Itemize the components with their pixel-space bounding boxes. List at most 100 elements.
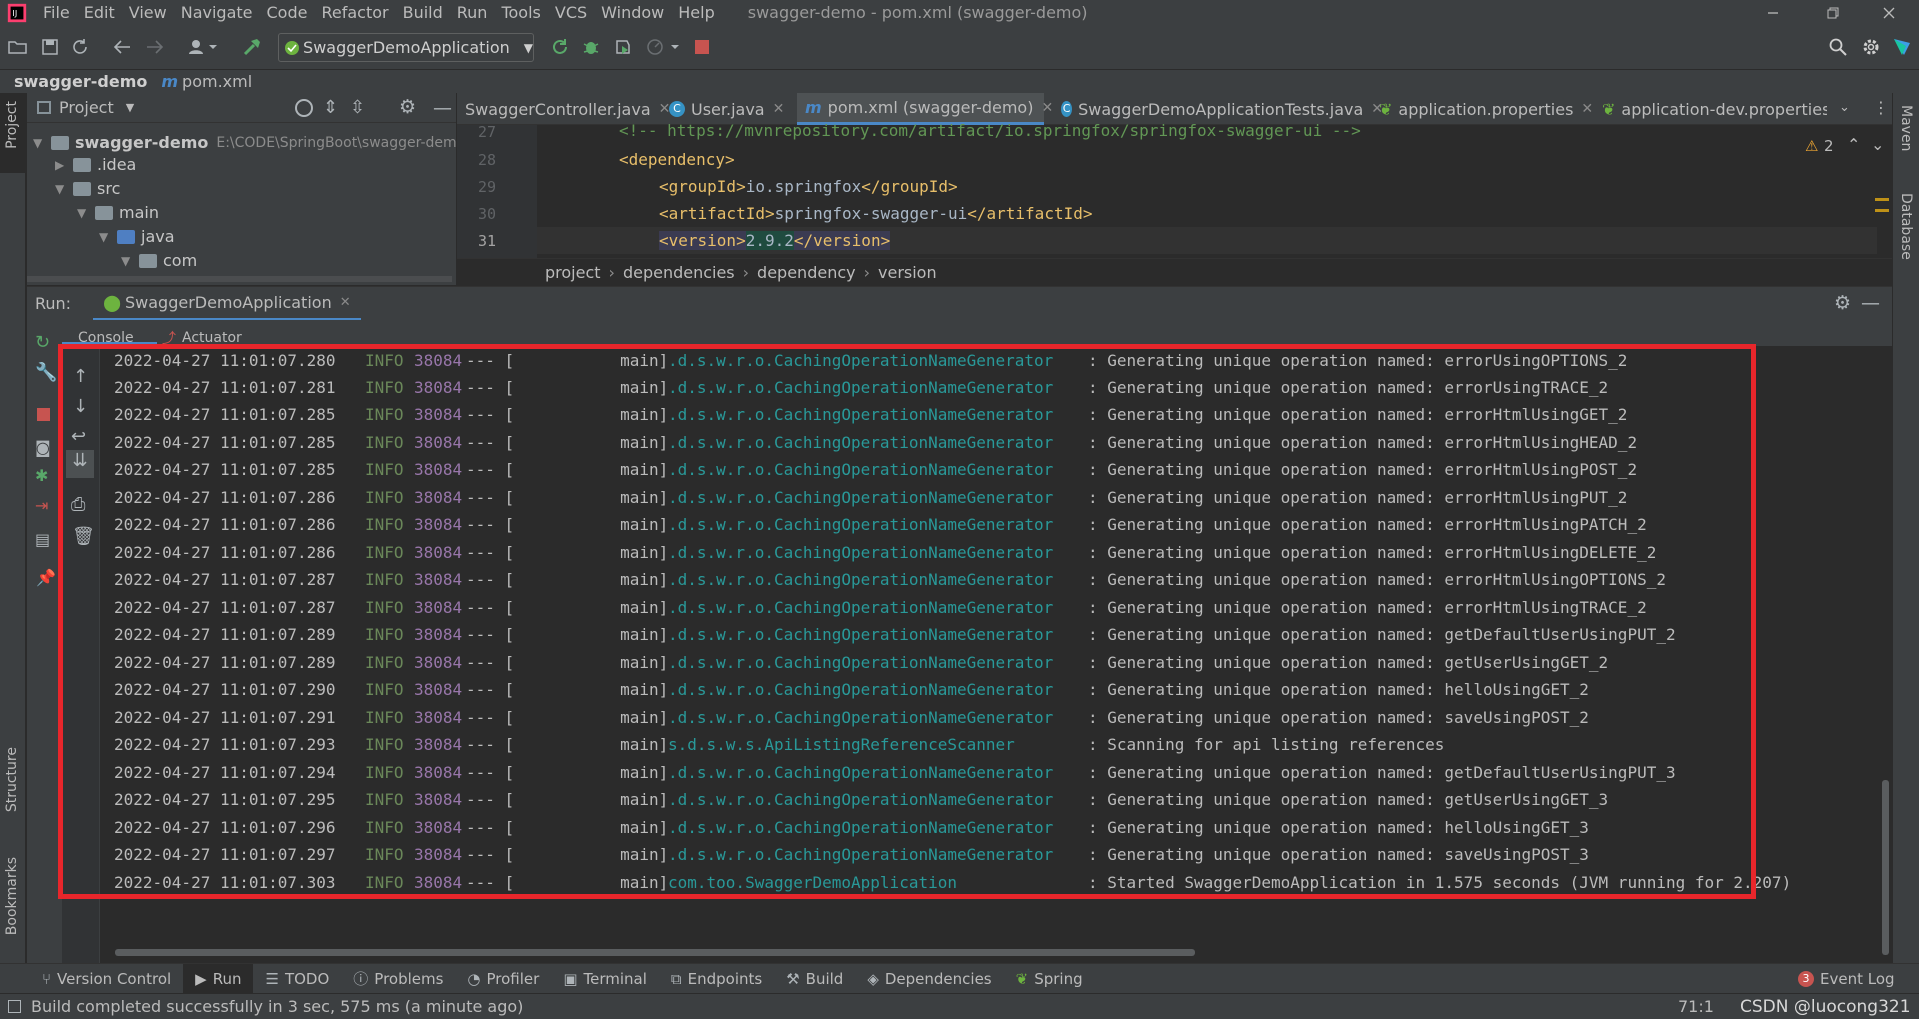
menu-vcs[interactable]: VCS — [548, 3, 594, 22]
save-all-icon[interactable] — [38, 35, 62, 59]
bookmarks-tool-button[interactable]: Bookmarks — [0, 853, 26, 953]
tab-application-properties[interactable]: ❦ application.properties ✕ — [1379, 93, 1594, 125]
close-window-icon[interactable] — [1859, 0, 1919, 25]
breadcrumb-item[interactable]: project — [545, 263, 601, 282]
profile-icon[interactable] — [644, 35, 684, 59]
forward-icon[interactable] — [143, 35, 167, 59]
run-config-selector[interactable]: SwaggerDemoApplication ▼ — [278, 33, 534, 62]
sync-icon[interactable] — [68, 35, 92, 59]
menu-view[interactable]: View — [122, 3, 174, 22]
search-icon[interactable] — [1826, 35, 1850, 59]
tree-item-java[interactable]: ▼ java — [99, 227, 175, 246]
stop-icon[interactable] — [37, 408, 50, 421]
menu-refactor[interactable]: Refactor — [314, 3, 395, 22]
breadcrumb-item[interactable]: dependencies — [623, 263, 735, 282]
tool-run[interactable]: ▶ Run — [183, 963, 254, 994]
breadcrumb-item[interactable]: version — [878, 263, 937, 282]
tool-profiler[interactable]: ◔ Profiler — [455, 964, 551, 994]
chevron-up-icon[interactable]: ⌃ — [1847, 135, 1860, 154]
warning-stripe[interactable] — [1875, 198, 1889, 201]
breadcrumb-item[interactable]: dependency — [757, 263, 856, 282]
close-icon[interactable]: ✕ — [773, 101, 785, 117]
close-icon[interactable]: ✕ — [340, 295, 351, 310]
caret-position[interactable]: 71:1 — [1678, 997, 1714, 1016]
tool-endpoints[interactable]: ⧉ Endpoints — [659, 964, 774, 994]
project-view-label[interactable]: Project — [59, 98, 114, 117]
warning-icon[interactable]: ⚠ — [1805, 137, 1818, 155]
coverage-icon[interactable] — [611, 35, 635, 59]
code-line-groupid[interactable]: <groupId>io.springfox</groupId> — [659, 177, 958, 196]
hide-panel-icon[interactable]: — — [433, 97, 452, 119]
warning-stripe[interactable] — [1875, 209, 1889, 212]
database-tool-button[interactable]: Database — [1893, 193, 1919, 288]
chevron-down-icon[interactable]: ⌄ — [1871, 135, 1884, 154]
menu-edit[interactable]: Edit — [77, 3, 122, 22]
tool-build[interactable]: ⚒ Build — [774, 964, 855, 994]
stop-icon[interactable] — [690, 35, 714, 59]
tree-item-com[interactable]: ▼ com — [121, 251, 197, 270]
minimize-icon[interactable] — [1743, 0, 1803, 25]
gear-icon[interactable] — [1859, 35, 1883, 59]
tool-event-log[interactable]: 3 Event Log — [1786, 964, 1907, 994]
tree-item-main[interactable]: ▼ main — [77, 203, 159, 222]
open-folder-icon[interactable] — [6, 35, 30, 59]
breadcrumb-project[interactable]: swagger-demo — [14, 72, 147, 91]
tool-problems[interactable]: ⓘ Problems — [341, 964, 455, 994]
rerun-icon[interactable] — [548, 35, 572, 59]
tree-item-idea[interactable]: ▶ .idea — [55, 155, 136, 174]
locate-icon[interactable] — [295, 99, 313, 117]
debug-icon[interactable]: ✱ — [35, 466, 48, 485]
chevron-down-icon[interactable]: ⌄ — [1839, 100, 1850, 115]
tool-terminal[interactable]: ▣ Terminal — [551, 964, 659, 994]
camera-icon[interactable]: ◙ — [35, 438, 51, 457]
code-line-comment[interactable]: <!-- https://mvnrepository.com/artifact/… — [619, 121, 1361, 140]
horizontal-scrollbar[interactable] — [27, 276, 452, 282]
wrench-icon[interactable]: 🔧 — [35, 362, 57, 383]
tree-item-src[interactable]: ▼ src — [55, 179, 120, 198]
tool-todo[interactable]: ☰ TODO — [253, 964, 341, 994]
menu-tools[interactable]: Tools — [494, 3, 547, 22]
collapse-all-icon[interactable]: ⇳ — [350, 97, 365, 118]
more-icon[interactable]: ⋮ — [1873, 98, 1889, 117]
breadcrumb-file[interactable]: pom.xml — [182, 72, 252, 91]
console-horizontal-scrollbar[interactable] — [115, 949, 1195, 956]
menu-window[interactable]: Window — [594, 3, 671, 22]
user-icon[interactable] — [186, 35, 222, 59]
menu-code[interactable]: Code — [260, 3, 315, 22]
layout-icon[interactable]: ▤ — [35, 530, 50, 549]
hide-panel-icon[interactable]: — — [1861, 292, 1880, 314]
exit-icon[interactable]: ⇥ — [35, 496, 48, 515]
maven-tool-button[interactable]: Maven — [1893, 105, 1919, 175]
code-line-dependency[interactable]: <dependency> — [619, 150, 735, 169]
project-tool-button[interactable]: Project — [0, 93, 26, 173]
build-hammer-icon[interactable] — [240, 35, 264, 59]
menu-file[interactable]: File — [36, 3, 77, 22]
run-tab[interactable]: ⬤ SwaggerDemoApplication ✕ — [93, 287, 361, 321]
debug-icon[interactable] — [579, 35, 603, 59]
expand-all-icon[interactable]: ⇕ — [323, 97, 338, 118]
console-vertical-scrollbar[interactable] — [1882, 780, 1889, 955]
tool-dependencies[interactable]: ◈ Dependencies — [855, 964, 1003, 994]
code-line-artifactid[interactable]: <artifactId>springfox-swagger-ui</artifa… — [659, 204, 1092, 223]
code-line-version[interactable]: <version>2.9.2</version> — [659, 231, 891, 250]
menu-build[interactable]: Build — [396, 3, 450, 22]
structure-tool-button[interactable]: Structure — [0, 743, 26, 833]
menu-navigate[interactable]: Navigate — [174, 3, 260, 22]
status-panel-icon[interactable] — [8, 1000, 21, 1013]
tree-item-root[interactable]: ▼ swagger-demo E:\CODE\SpringBoot\swagge… — [33, 133, 456, 152]
tool-version-control[interactable]: ⑂ Version Control — [30, 964, 183, 994]
jetbrains-logo-icon[interactable] — [1890, 35, 1914, 59]
tool-spring[interactable]: ❦ Spring — [1004, 964, 1095, 994]
restore-icon[interactable] — [1803, 0, 1863, 25]
pin-icon[interactable]: 📌 — [36, 568, 56, 587]
menu-run[interactable]: Run — [450, 3, 495, 22]
gear-icon[interactable]: ⚙ — [399, 96, 416, 118]
close-icon[interactable]: ✕ — [1041, 100, 1053, 116]
gear-icon[interactable]: ⚙ — [1834, 292, 1851, 314]
tab-application-dev-properties[interactable]: ❦ application-dev.properties — [1602, 93, 1827, 125]
menu-help[interactable]: Help — [671, 3, 721, 22]
chevron-down-icon[interactable]: ▼ — [126, 101, 134, 114]
close-icon[interactable]: ✕ — [1581, 101, 1593, 117]
rerun-icon[interactable]: ↻ — [35, 332, 50, 353]
back-icon[interactable] — [110, 35, 134, 59]
